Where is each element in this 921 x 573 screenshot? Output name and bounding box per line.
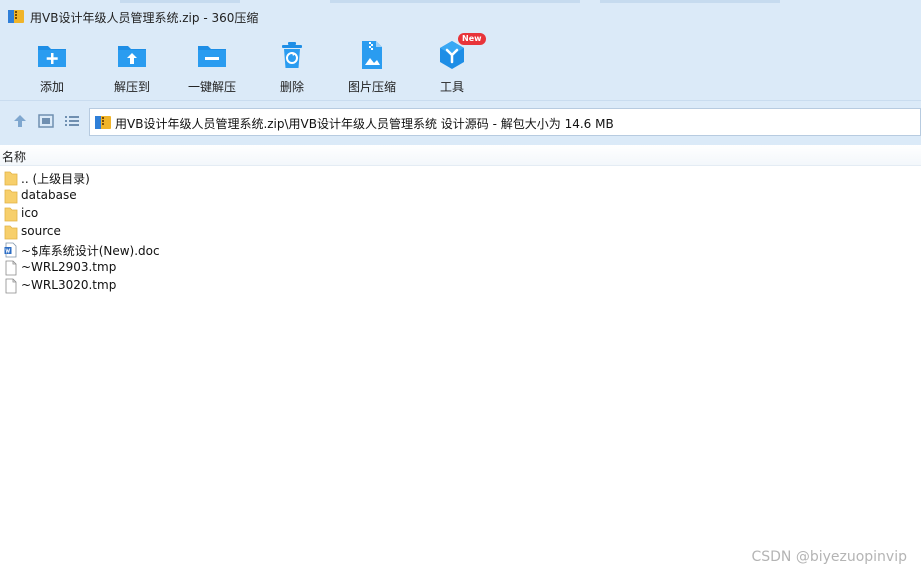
image-compress-label: 图片压缩 [347, 80, 396, 94]
list-item[interactable]: .. (上级目录) [0, 169, 921, 187]
title-bar: 用VB设计年级人员管理系统.zip - 360压缩 [0, 0, 921, 33]
window-title: 用VB设计年级人员管理系统.zip - 360压缩 [30, 11, 259, 25]
one-click-extract-button[interactable]: 一键解压 [172, 33, 252, 97]
file-name: ~WRL2903.tmp [21, 260, 117, 274]
delete-button[interactable]: 删除 [252, 33, 332, 97]
one-click-extract-icon [198, 46, 226, 67]
file-name: .. (上级目录) [21, 172, 90, 186]
up-arrow-icon[interactable] [11, 112, 29, 130]
column-header-name[interactable]: 名称 [2, 148, 26, 165]
list-item[interactable]: ~WRL2903.tmp [0, 259, 921, 277]
main-toolbar: 添加 解压到 一键解压 删除 图片压缩 New 工具 [0, 33, 921, 100]
file-list-header: 名称 [0, 145, 921, 166]
file-name: ico [21, 206, 39, 220]
zip-archive-icon [95, 116, 111, 129]
tools-button[interactable]: New 工具 [412, 33, 492, 97]
watermark: CSDN @biyezuopinvip [751, 549, 907, 565]
tools-label: 工具 [439, 80, 464, 94]
navigation-bar: 用VB设计年级人员管理系统.zip\用VB设计年级人员管理系统 设计源码 - 解… [0, 100, 921, 145]
folder-icon [4, 207, 18, 222]
file-name: source [21, 224, 61, 238]
one-click-extract-label: 一键解压 [187, 80, 236, 94]
delete-icon [282, 42, 302, 68]
new-badge: New [458, 33, 486, 45]
list-item[interactable]: ~WRL3020.tmp [0, 277, 921, 295]
list-item[interactable]: source [0, 223, 921, 241]
file-list: .. (上级目录) database ico source ~$库系统设计(Ne… [0, 169, 921, 295]
add-folder-icon [38, 46, 66, 67]
list-item[interactable]: database [0, 187, 921, 205]
background-window-edge [330, 0, 580, 3]
delete-label: 删除 [279, 80, 304, 94]
extract-to-button[interactable]: 解压到 [92, 33, 172, 97]
add-label: 添加 [39, 80, 64, 94]
extract-to-label: 解压到 [113, 80, 150, 94]
address-bar[interactable]: 用VB设计年级人员管理系统.zip\用VB设计年级人员管理系统 设计源码 - 解… [89, 108, 921, 136]
folder-icon [4, 189, 18, 204]
list-item[interactable]: ico [0, 205, 921, 223]
background-window-edge [600, 0, 780, 3]
folder-icon [4, 225, 18, 240]
archive-path: 用VB设计年级人员管理系统.zip\用VB设计年级人员管理系统 设计源码 - 解… [115, 117, 614, 131]
folder-icon [4, 171, 18, 186]
file-icon [5, 278, 17, 294]
file-icon [5, 260, 17, 276]
zip-archive-icon [8, 10, 24, 23]
add-button[interactable]: 添加 [12, 33, 92, 97]
file-name: ~WRL3020.tmp [21, 278, 117, 292]
file-name: ~$库系统设计(New).doc [21, 244, 160, 258]
image-compress-button[interactable]: 图片压缩 [332, 33, 412, 97]
extract-to-icon [118, 46, 146, 67]
list-item[interactable]: ~$库系统设计(New).doc [0, 241, 921, 259]
list-view-icon[interactable] [63, 112, 81, 130]
thumbnail-view-icon[interactable] [37, 112, 55, 130]
file-name: database [21, 188, 77, 202]
image-compress-icon [362, 41, 382, 69]
word-doc-icon [4, 242, 17, 258]
background-window-edge [120, 0, 240, 3]
